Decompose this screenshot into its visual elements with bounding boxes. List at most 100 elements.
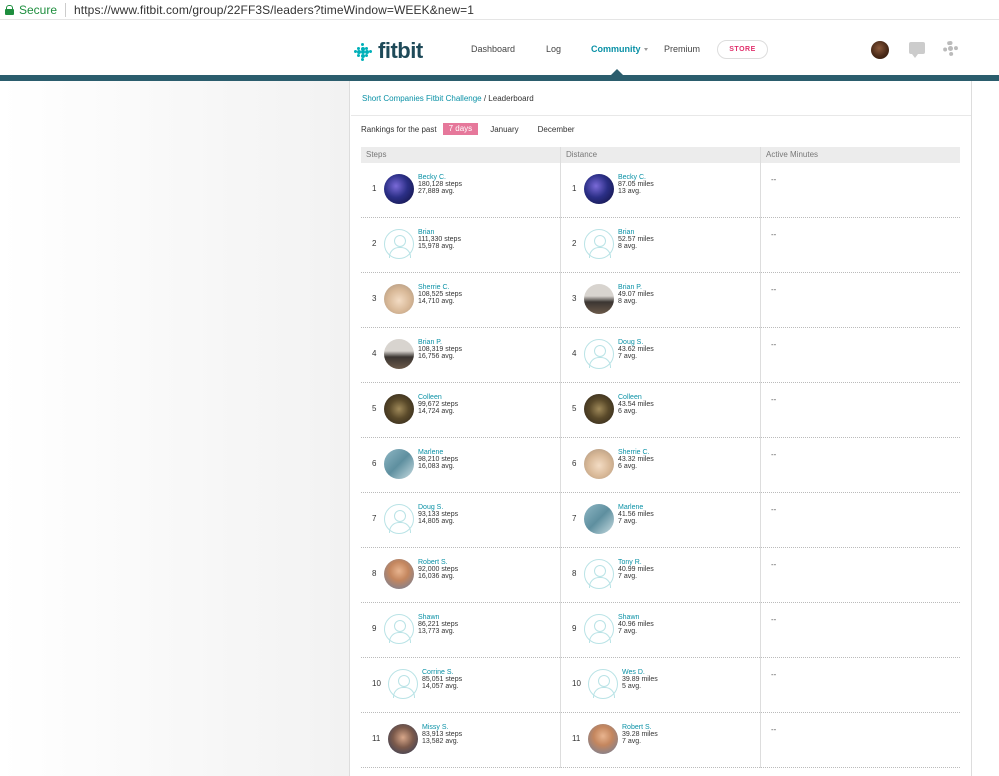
steps-cell: 6 Marlene 98,210 steps 16,083 avg. bbox=[361, 438, 561, 493]
fitbit-logo[interactable]: fitbit bbox=[354, 38, 423, 64]
steps-cell: 1 Becky C. 180,128 steps 27,889 avg. bbox=[361, 163, 561, 218]
range-january[interactable]: January bbox=[490, 125, 518, 134]
avatar[interactable] bbox=[384, 559, 414, 589]
distance-cell: 2 Brian 52.57 miles 8 avg. bbox=[561, 218, 761, 273]
member-name[interactable]: Brian bbox=[618, 229, 654, 236]
right-gutter bbox=[971, 81, 999, 776]
distance-cell: 8 Tony R. 40.99 miles 7 avg. bbox=[561, 548, 761, 603]
avatar[interactable] bbox=[584, 504, 614, 534]
member-name[interactable]: Shawn bbox=[418, 614, 458, 621]
avatar[interactable] bbox=[384, 174, 414, 204]
avatar[interactable] bbox=[584, 449, 614, 479]
rank-number: 8 bbox=[572, 569, 577, 578]
average-value: 14,057 avg. bbox=[422, 683, 459, 690]
table-row: 10 Corrine S. 85,051 steps 14,057 avg. 10 Wes… bbox=[361, 658, 960, 713]
leader-info: Becky C. 87.05 miles 13 avg. bbox=[618, 174, 654, 195]
rank-number: 1 bbox=[572, 184, 577, 193]
rank-number: 10 bbox=[372, 679, 381, 688]
member-name[interactable]: Brian P. bbox=[618, 284, 654, 291]
range-december[interactable]: December bbox=[538, 125, 575, 134]
avatar[interactable] bbox=[388, 724, 418, 754]
member-name[interactable]: Corrine S. bbox=[422, 669, 462, 676]
member-name[interactable]: Colleen bbox=[418, 394, 458, 401]
rank-number: 10 bbox=[572, 679, 581, 688]
left-gutter bbox=[0, 81, 350, 776]
steps-cell: 7 Doug S. 93,133 steps 14,805 avg. bbox=[361, 493, 561, 548]
distance-cell: 9 Shawn 40.96 miles 7 avg. bbox=[561, 603, 761, 658]
member-name[interactable]: Wes D. bbox=[622, 669, 658, 676]
active-minutes-value: -- bbox=[771, 725, 777, 734]
member-name[interactable]: Doug S. bbox=[418, 504, 458, 511]
member-name[interactable]: Marlene bbox=[618, 504, 654, 511]
member-name[interactable]: Missy S. bbox=[422, 724, 462, 731]
avatar[interactable] bbox=[584, 284, 614, 314]
avatar[interactable] bbox=[588, 724, 618, 754]
avatar[interactable] bbox=[384, 449, 414, 479]
member-name[interactable]: Shawn bbox=[618, 614, 654, 621]
avatar[interactable] bbox=[384, 504, 414, 534]
distance-cell: 6 Sherrie C. 43.32 miles 6 avg. bbox=[561, 438, 761, 493]
avatar[interactable] bbox=[384, 339, 414, 369]
member-name[interactable]: Becky C. bbox=[618, 174, 654, 181]
member-name[interactable]: Brian P. bbox=[418, 339, 462, 346]
member-name[interactable]: Robert S. bbox=[418, 559, 458, 566]
average-value: 7 avg. bbox=[618, 353, 638, 360]
avatar[interactable] bbox=[584, 559, 614, 589]
member-name[interactable]: Doug S. bbox=[618, 339, 654, 346]
table-row: 11 Missy S. 83,913 steps 13,582 avg. 11 Rober… bbox=[361, 713, 960, 768]
breadcrumb-group-link[interactable]: Short Companies Fitbit Challenge bbox=[362, 94, 482, 103]
address-bar[interactable]: Secure https://www.fitbit.com/group/22FF… bbox=[0, 0, 999, 20]
rank-number: 1 bbox=[372, 184, 377, 193]
member-name[interactable]: Sherrie C. bbox=[618, 449, 654, 456]
gear-icon[interactable] bbox=[943, 41, 958, 56]
nav-premium[interactable]: Premium bbox=[664, 44, 700, 54]
avatar[interactable] bbox=[584, 339, 614, 369]
steps-cell: 9 Shawn 86,221 steps 13,773 avg. bbox=[361, 603, 561, 658]
average-value: 8 avg. bbox=[618, 243, 638, 250]
rankings-label: Rankings for the past bbox=[361, 124, 437, 134]
nav-dashboard[interactable]: Dashboard bbox=[471, 44, 515, 54]
member-name[interactable]: Robert S. bbox=[622, 724, 658, 731]
avatar[interactable] bbox=[584, 394, 614, 424]
member-name[interactable]: Sherrie C. bbox=[418, 284, 462, 291]
average-value: 13,773 avg. bbox=[418, 628, 455, 635]
metric-value: 99,672 steps bbox=[418, 401, 459, 408]
nav-community[interactable]: Community bbox=[591, 44, 648, 54]
leader-info: Brian P. 49.07 miles 8 avg. bbox=[618, 284, 654, 305]
avatar[interactable] bbox=[584, 174, 614, 204]
member-name[interactable]: Tony R. bbox=[618, 559, 654, 566]
chat-icon[interactable] bbox=[909, 42, 925, 58]
member-name[interactable]: Brian bbox=[418, 229, 461, 236]
member-name[interactable]: Marlene bbox=[418, 449, 458, 456]
header-active-minutes: Active Minutes bbox=[766, 150, 819, 159]
rank-number: 4 bbox=[572, 349, 577, 358]
leaderboard-panel: Short Companies Fitbit Challenge / Leade… bbox=[351, 81, 971, 776]
nav-community-label: Community bbox=[591, 44, 641, 54]
leader-info: Robert S. 39.28 miles 7 avg. bbox=[622, 724, 658, 745]
profile-avatar[interactable] bbox=[871, 41, 889, 59]
leader-info: Shawn 40.96 miles 7 avg. bbox=[618, 614, 654, 635]
url-text[interactable]: https://www.fitbit.com/group/22FF3S/lead… bbox=[74, 3, 474, 17]
table-row: 5 Colleen 99,672 steps 14,724 avg. 5 Colleen 4… bbox=[361, 383, 960, 438]
avatar[interactable] bbox=[588, 669, 618, 699]
avatar[interactable] bbox=[384, 229, 414, 259]
avatar[interactable] bbox=[384, 394, 414, 424]
avatar[interactable] bbox=[584, 229, 614, 259]
active-minutes-cell: -- bbox=[761, 493, 960, 548]
nav-log[interactable]: Log bbox=[546, 44, 561, 54]
table-row: 7 Doug S. 93,133 steps 14,805 avg. 7 Marlene 4… bbox=[361, 493, 960, 548]
range-7-days[interactable]: 7 days bbox=[442, 123, 479, 135]
fitbit-wordmark: fitbit bbox=[378, 38, 423, 63]
avatar[interactable] bbox=[388, 669, 418, 699]
store-button[interactable]: STORE bbox=[717, 40, 768, 59]
lock-icon bbox=[5, 4, 14, 15]
avatar[interactable] bbox=[584, 614, 614, 644]
member-name[interactable]: Becky C. bbox=[418, 174, 462, 181]
leader-info: Sherrie C. 43.32 miles 6 avg. bbox=[618, 449, 654, 470]
avatar[interactable] bbox=[384, 614, 414, 644]
leader-info: Becky C. 180,128 steps 27,889 avg. bbox=[418, 174, 462, 195]
avatar[interactable] bbox=[384, 284, 414, 314]
breadcrumb-current: Leaderboard bbox=[488, 94, 534, 103]
leaderboard-table: Steps Distance Active Minutes 1 Becky C. 1… bbox=[361, 147, 960, 768]
member-name[interactable]: Colleen bbox=[618, 394, 654, 401]
